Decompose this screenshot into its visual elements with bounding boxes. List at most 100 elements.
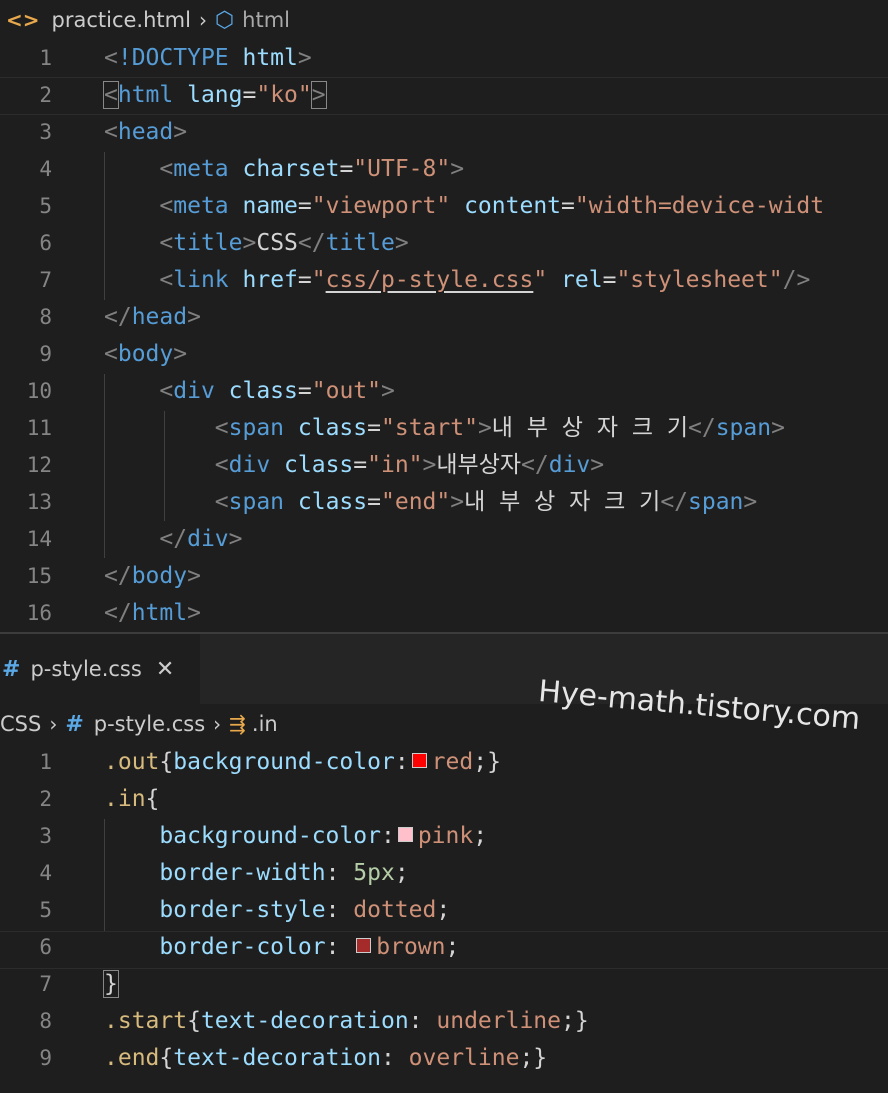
code-text[interactable]: </body>: [104, 558, 201, 595]
code-line[interactable]: 6 <title>CSS</title>: [0, 225, 888, 262]
line-number: 15: [26, 564, 52, 588]
css-editor-pane[interactable]: # p-style.css ✕ Hye-math.tistory.com CSS…: [0, 632, 888, 1093]
line-number: 2: [39, 83, 52, 107]
code-token: >: [771, 415, 785, 441]
html-editor-pane[interactable]: <> practice.html › ⬡ html 1 <!DOCTYPE htm…: [0, 0, 888, 632]
line-number: 7: [39, 972, 52, 996]
code-text[interactable]: .start{text-decoration: underline;}: [104, 1003, 589, 1040]
code-line[interactable]: 4 <meta charset="UTF-8">: [0, 151, 888, 188]
line-number: 3: [39, 824, 52, 848]
code-line[interactable]: 4 border-width: 5px;: [0, 855, 888, 892]
code-text[interactable]: background-color: pink;: [104, 818, 487, 855]
symbol-cube-icon: ⬡: [214, 7, 235, 33]
code-line[interactable]: 1 .out{background-color: red;}: [0, 744, 888, 781]
color-swatch[interactable]: [397, 827, 413, 842]
code-text[interactable]: <!DOCTYPE html>: [104, 40, 312, 77]
line-number: 1: [39, 46, 52, 70]
code-line[interactable]: 3 <head>: [0, 114, 888, 151]
code-text[interactable]: .end{text-decoration: overline;}: [104, 1040, 547, 1077]
line-number: 6: [39, 935, 52, 959]
code-line[interactable]: 9 <body>: [0, 336, 888, 373]
line-number: 6: [39, 231, 52, 255]
code-token: href: [242, 267, 298, 293]
code-line[interactable]: 7}: [0, 966, 888, 1003]
code-text[interactable]: <title>CSS</title>: [104, 225, 408, 262]
code-token: "end": [381, 489, 451, 515]
code-token: {: [145, 786, 160, 812]
code-line[interactable]: 16 </html>: [0, 595, 888, 632]
code-line[interactable]: 8 </head>: [0, 299, 888, 336]
code-text[interactable]: <span class="end">내 부 상 자 크 기</span>: [104, 484, 757, 521]
code-text[interactable]: <meta charset="UTF-8">: [104, 151, 464, 188]
color-swatch[interactable]: [411, 753, 427, 768]
code-line[interactable]: 9 .end{text-decoration: overline;}: [0, 1040, 888, 1077]
code-line[interactable]: 3 background-color: pink;: [0, 818, 888, 855]
code-line[interactable]: 13 <span class="end">내 부 상 자 크 기</span>: [0, 484, 888, 521]
code-text[interactable]: <head>: [104, 114, 187, 151]
code-token: overline: [408, 1045, 520, 1071]
breadcrumb-folder[interactable]: CSS: [0, 712, 41, 736]
code-token: !DOCTYPE: [117, 45, 243, 71]
code-text[interactable]: </html>: [104, 595, 201, 632]
code-token: >: [187, 563, 201, 589]
code-text[interactable]: <div class="in">내부상자</div>: [104, 447, 604, 484]
color-swatch[interactable]: [356, 938, 372, 953]
code-text[interactable]: <div class="out">: [104, 373, 394, 410]
code-text[interactable]: }: [103, 966, 119, 1003]
code-line[interactable]: 6 border-color: brown;: [0, 929, 888, 966]
code-token: ;: [394, 860, 409, 886]
html-file-icon: <>: [6, 8, 40, 32]
code-text[interactable]: border-style: dotted;: [104, 892, 450, 929]
breadcrumb-symbol[interactable]: .in: [252, 712, 278, 736]
close-icon[interactable]: ✕: [156, 657, 174, 682]
code-line[interactable]: 11 <span class="start">내 부 상 자 크 기</span…: [0, 410, 888, 447]
code-token: class: [297, 489, 368, 515]
code-token: span: [688, 489, 744, 515]
tab-label: p-style.css: [30, 657, 142, 681]
code-text[interactable]: <link href="css/p-style.css" rel="styles…: [104, 262, 810, 299]
tab-p-style-css[interactable]: # p-style.css ✕: [0, 634, 200, 704]
code-token: </: [521, 452, 549, 478]
breadcrumb: CSS › # p-style.css › ⇶ .in: [0, 704, 888, 744]
code-token: >: [590, 452, 605, 478]
code-token: :: [380, 823, 395, 849]
code-line[interactable]: 15 </body>: [0, 558, 888, 595]
code-line[interactable]: 1 <!DOCTYPE html>: [0, 40, 888, 77]
code-token: span: [228, 489, 298, 515]
code-line[interactable]: 2 <html lang="ko">: [0, 77, 888, 114]
code-token: body: [131, 563, 188, 589]
code-text[interactable]: </div>: [104, 521, 242, 558]
code-line[interactable]: 14 </div>: [0, 521, 888, 558]
code-text[interactable]: <span class="start">내 부 상 자 크 기</span>: [104, 410, 785, 447]
code-text[interactable]: </head>: [104, 299, 201, 336]
code-line[interactable]: 12 <div class="in">내부상자</div>: [0, 447, 888, 484]
code-text[interactable]: <meta name="viewport" content="width=dev…: [104, 188, 824, 225]
code-token: >: [310, 81, 327, 109]
code-token: head: [131, 304, 188, 330]
code-text[interactable]: .in{: [104, 781, 159, 818]
code-text[interactable]: .out{background-color: red;}: [104, 744, 501, 781]
line-number: 8: [39, 305, 52, 329]
code-token: {: [187, 1008, 201, 1034]
code-token: name: [242, 193, 298, 219]
code-text[interactable]: <body>: [104, 336, 187, 373]
code-line[interactable]: 5 <meta name="viewport" content="width=d…: [0, 188, 888, 225]
code-text[interactable]: border-color: brown;: [104, 929, 459, 966]
code-line[interactable]: 8 .start{text-decoration: underline;}: [0, 1003, 888, 1040]
breadcrumb-symbol[interactable]: html: [242, 8, 290, 32]
code-line[interactable]: 5 border-style: dotted;: [0, 892, 888, 929]
code-text[interactable]: <html lang="ko">: [103, 77, 327, 114]
breadcrumb-file[interactable]: p-style.css: [94, 712, 205, 736]
code-line[interactable]: 2 .in{: [0, 781, 888, 818]
code-text[interactable]: border-width: 5px;: [104, 855, 409, 892]
code-token: meta: [173, 156, 243, 182]
code-token: </: [104, 563, 132, 589]
breadcrumb-file[interactable]: practice.html: [52, 8, 191, 32]
code-token: "stylesheet": [616, 267, 783, 293]
code-token: title: [325, 230, 395, 256]
code-line[interactable]: 7 <link href="css/p-style.css" rel="styl…: [0, 262, 888, 299]
code-line[interactable]: 10 <div class="out">: [0, 373, 888, 410]
